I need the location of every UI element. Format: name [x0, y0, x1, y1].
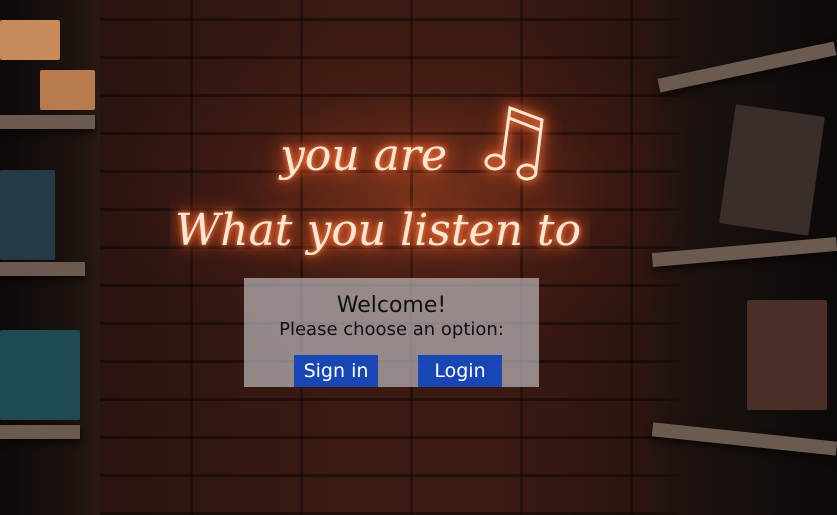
left-bookshelf [0, 0, 100, 515]
book [747, 300, 827, 410]
book [0, 330, 80, 420]
right-bookshelf [647, 0, 837, 515]
music-note-icon [484, 105, 544, 181]
welcome-dialog: Welcome! Please choose an option: Sign i… [244, 278, 539, 387]
book [0, 20, 60, 60]
book [0, 170, 55, 260]
shelf-board [651, 422, 837, 456]
login-button[interactable]: Login [418, 355, 502, 387]
shelf-board [651, 236, 837, 268]
sign-in-button[interactable]: Sign in [294, 355, 378, 387]
shelf-board [0, 425, 80, 439]
shelf-board [0, 262, 85, 276]
shelf-board [0, 115, 95, 129]
dialog-title: Welcome! [336, 293, 447, 318]
background-scene: you are What you listen to Welcome! Plea… [0, 0, 837, 515]
shelf-board [657, 41, 837, 93]
neon-line-1: you are [278, 130, 447, 181]
neon-line-2: What you listen to [175, 205, 581, 256]
book [719, 104, 825, 236]
book [40, 70, 95, 110]
neon-sign: you are What you listen to [170, 90, 590, 280]
dialog-subtitle: Please choose an option: [279, 319, 504, 340]
